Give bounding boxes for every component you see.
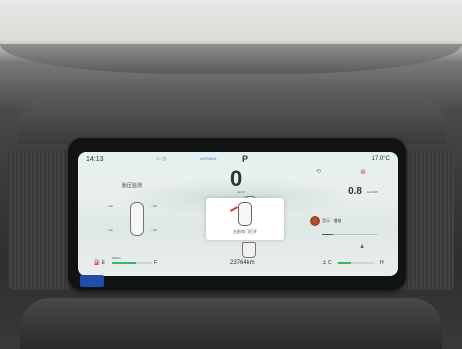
driver-icon: ♟ xyxy=(360,244,365,250)
tire-pressure-rr: -- bar xyxy=(150,228,158,232)
tire-pressure-fr: -- bar xyxy=(150,204,158,208)
tire-pressure-title: 胎压监测 xyxy=(122,183,143,189)
temperature-bar-fill xyxy=(338,262,351,264)
dashboard-hood xyxy=(18,96,446,144)
fuel-empty-label: E xyxy=(101,260,105,266)
music-progress-fill xyxy=(322,234,334,235)
left-trim xyxy=(8,150,72,290)
album-art-icon xyxy=(310,216,320,226)
car-icon xyxy=(238,202,252,226)
gear-indicator: P xyxy=(242,154,249,164)
energy-unit: km/kWh xyxy=(367,190,378,194)
warning-icon: ⊛ xyxy=(360,169,366,176)
tire-pressure-rl: -- bar xyxy=(106,228,114,232)
tire-car-icon xyxy=(130,202,144,236)
outside-temperature: 17.0°C xyxy=(371,156,390,162)
energy-consumption: 0.8 xyxy=(348,186,362,197)
instrument-cluster-screen: 14:13 ▭ ◷ NORMAL P 17.0°C ⟲ ⊛ 0 km/h 胎压监… xyxy=(78,152,398,276)
fuel-gauge-label: ⛽ E xyxy=(94,260,105,266)
clock: 14:13 xyxy=(86,156,104,163)
windshield-frame xyxy=(0,44,462,74)
fuel-bar xyxy=(112,262,152,264)
fuel-range: 545km xyxy=(112,256,122,260)
speedometer: 0 xyxy=(230,166,243,191)
corner-indicator xyxy=(80,275,104,287)
car-rear-icon xyxy=(242,242,256,258)
eco-icon: ⟲ xyxy=(316,169,322,175)
temp-cold-label: C xyxy=(327,260,332,266)
status-icons: ▭ ◷ xyxy=(156,156,167,162)
coolant-gauge-label: ⚓ C xyxy=(322,260,332,266)
drive-mode: NORMAL xyxy=(200,156,218,161)
open-door-icon xyxy=(230,206,238,212)
fuel-bar-fill xyxy=(112,262,136,264)
music-progress-bar xyxy=(322,234,378,235)
tire-pressure-fl: -- bar xyxy=(106,204,114,208)
temperature-bar xyxy=(338,262,374,264)
dashboard-photo: 14:13 ▭ ◷ NORMAL P 17.0°C ⟲ ⊛ 0 km/h 胎压监… xyxy=(0,0,462,349)
fuel-full-label: F xyxy=(154,260,158,266)
speed-unit: km/h xyxy=(238,190,245,194)
door-alert-text: 左前车门打开 xyxy=(233,229,257,234)
temp-hot-label: H xyxy=(380,260,384,266)
music-title: 音乐 · 播放 xyxy=(322,218,342,223)
total-odometer: 23764km xyxy=(230,260,255,266)
lower-dashboard xyxy=(20,298,442,349)
door-open-alert: 左前车门打开 xyxy=(206,198,284,240)
